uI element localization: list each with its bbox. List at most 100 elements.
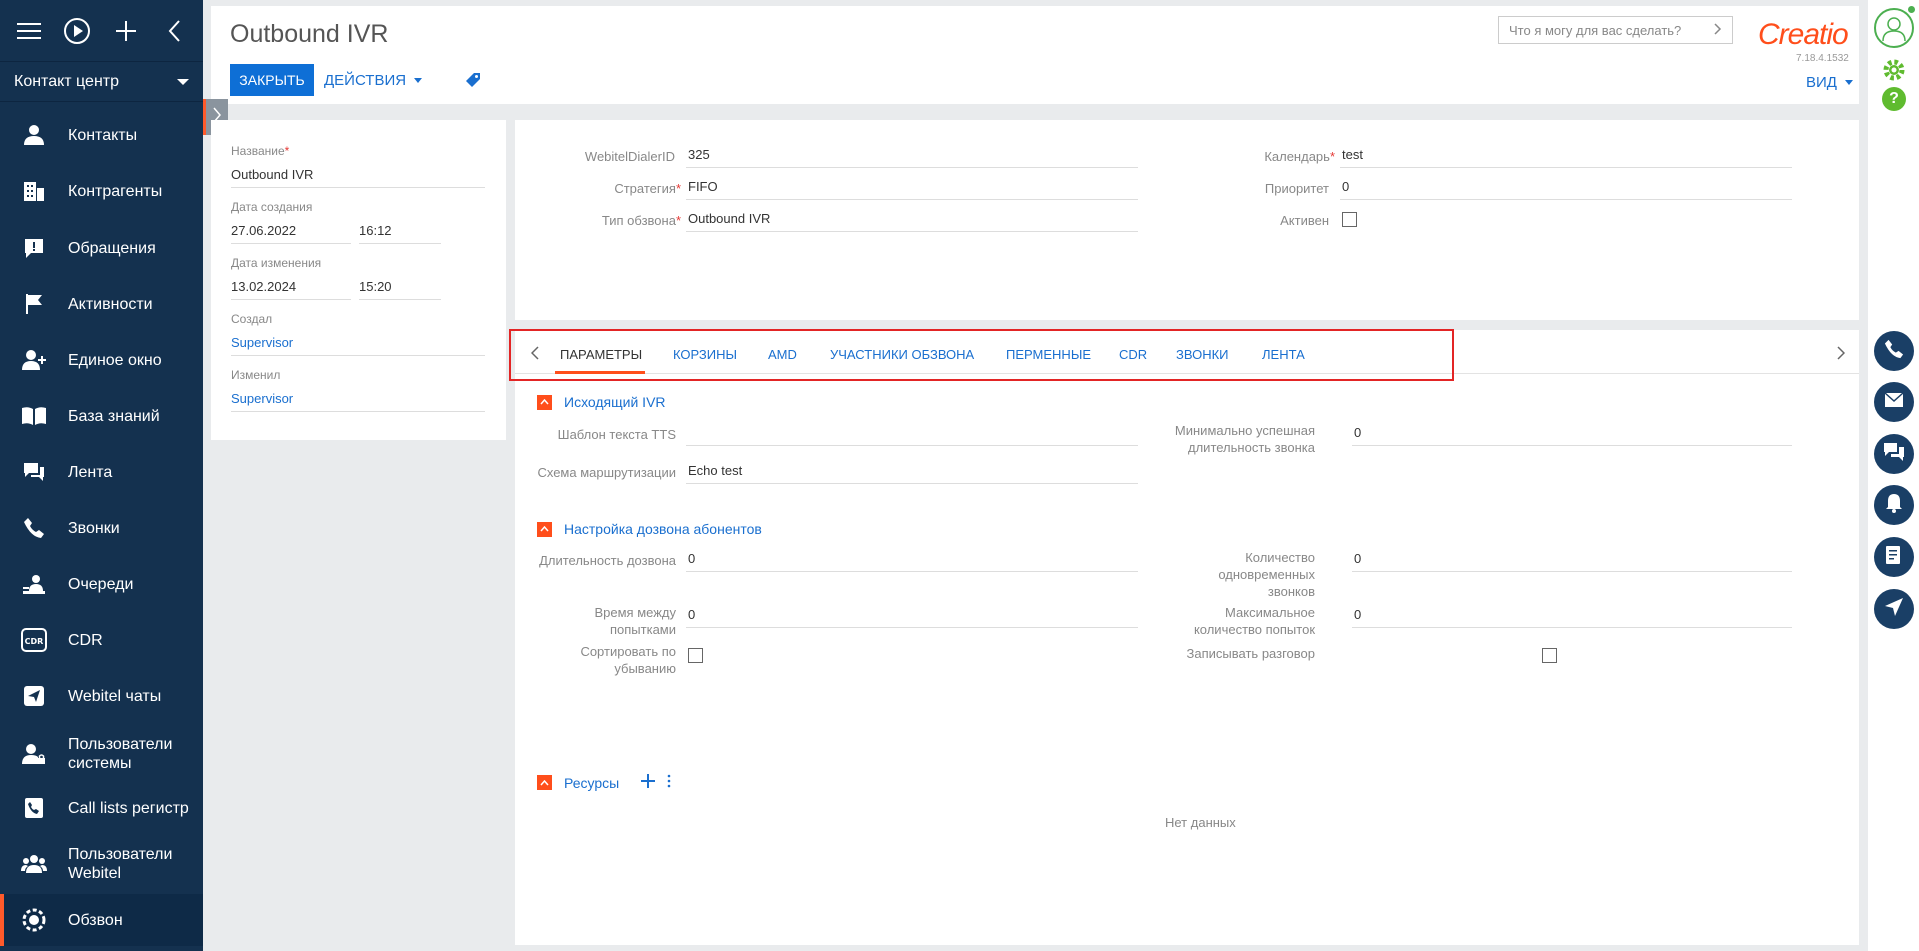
sidebar-item-cdr[interactable]: CDR CDR bbox=[0, 623, 203, 657]
sidebar-item-accounts[interactable]: Контрагенты bbox=[0, 174, 203, 208]
user-avatar[interactable] bbox=[1874, 8, 1914, 48]
person-plus-icon bbox=[20, 346, 48, 374]
chevron-down-icon bbox=[177, 78, 189, 85]
collapse-icon bbox=[537, 775, 552, 790]
users-group-icon bbox=[20, 850, 48, 878]
sidebar-item-single-window[interactable]: Единое окно bbox=[0, 343, 203, 377]
max-attempts-label: Максимальное количество попыток bbox=[1193, 605, 1315, 637]
dial-group-header[interactable]: Настройка дозвона абонентов bbox=[537, 521, 762, 537]
page-title: Outbound IVR bbox=[230, 20, 389, 48]
dialer-id-field[interactable]: 325 bbox=[686, 144, 1138, 168]
phone-icon bbox=[20, 514, 48, 542]
tab-calls[interactable]: ЗВОНКИ bbox=[1176, 347, 1229, 362]
tab-scroll-left-icon[interactable] bbox=[530, 344, 539, 365]
gear-icon[interactable] bbox=[1882, 58, 1906, 87]
name-label: Название* bbox=[231, 144, 290, 158]
resources-group-header[interactable]: Ресурсы bbox=[537, 774, 671, 791]
retry-interval-field[interactable]: 0 bbox=[686, 604, 1138, 628]
tab-scroll-right-icon[interactable] bbox=[1837, 344, 1846, 365]
person-icon bbox=[20, 121, 48, 149]
modified-time-field: 15:20 bbox=[359, 276, 441, 300]
max-attempts-field[interactable]: 0 bbox=[1352, 604, 1792, 628]
sidebar-item-calls[interactable]: Звонки bbox=[0, 511, 203, 545]
tab-feed[interactable]: ЛЕНТА bbox=[1262, 347, 1305, 362]
priority-field[interactable]: 0 bbox=[1340, 176, 1792, 200]
hamburger-menu-icon[interactable] bbox=[14, 16, 44, 46]
add-icon[interactable] bbox=[641, 774, 656, 791]
chevron-left-icon[interactable] bbox=[159, 16, 189, 46]
created-date-field: 27.06.2022 bbox=[231, 220, 351, 244]
actions-button[interactable]: ДЕЙСТВИЯ bbox=[324, 64, 423, 96]
chat-button[interactable] bbox=[1874, 434, 1914, 474]
tab-cdr[interactable]: CDR bbox=[1119, 347, 1147, 362]
calendar-field[interactable]: test bbox=[1340, 144, 1792, 168]
modifier-label: Изменил bbox=[231, 368, 281, 382]
ivr-group-title: Исходящий IVR bbox=[564, 394, 666, 410]
more-vertical-icon[interactable] bbox=[667, 774, 671, 791]
concurrent-calls-field[interactable]: 0 bbox=[1352, 548, 1792, 572]
tts-field[interactable] bbox=[686, 422, 1138, 446]
sidebar-item-dialer[interactable]: Обзвон bbox=[0, 894, 203, 946]
tab-variables[interactable]: ПЕРМЕННЫЕ bbox=[1006, 347, 1091, 362]
phone-button[interactable] bbox=[1874, 331, 1914, 371]
dial-duration-field[interactable]: 0 bbox=[686, 548, 1138, 572]
sidebar-item-webitel-users[interactable]: Пользователи Webitel bbox=[0, 843, 203, 885]
record-call-checkbox[interactable] bbox=[1542, 648, 1557, 663]
version-label: 7.18.4.1532 bbox=[1796, 53, 1849, 64]
view-button[interactable]: ВИД bbox=[1806, 74, 1853, 91]
ivr-group-header[interactable]: Исходящий IVR bbox=[537, 394, 666, 410]
active-checkbox[interactable] bbox=[1342, 212, 1357, 227]
page-header: Outbound IVR ЗАКРЫТЬ ДЕЙСТВИЯ Что я могу… bbox=[211, 6, 1859, 104]
modifier-link[interactable]: Supervisor bbox=[231, 388, 485, 412]
plus-icon[interactable] bbox=[111, 16, 141, 46]
record-call-label: Записывать разговор bbox=[1186, 646, 1315, 661]
close-button[interactable]: ЗАКРЫТЬ bbox=[230, 64, 314, 96]
routing-field[interactable]: Echo test bbox=[686, 460, 1138, 484]
dial-type-field[interactable]: Outbound IVR bbox=[686, 208, 1138, 232]
chevron-down-icon bbox=[414, 77, 423, 83]
tasks-button[interactable] bbox=[1874, 537, 1914, 577]
sidebar-toolbar bbox=[0, 0, 203, 62]
sidebar-item-cases[interactable]: Обращения bbox=[0, 231, 203, 265]
sidebar-item-contacts[interactable]: Контакты bbox=[0, 118, 203, 152]
modified-date-label: Дата изменения bbox=[231, 256, 322, 270]
sidebar-item-knowledge-base[interactable]: База знаний bbox=[0, 399, 203, 433]
tab-participants[interactable]: УЧАСТНИКИ ОБЗВОНА bbox=[830, 347, 974, 362]
notifications-button[interactable] bbox=[1874, 485, 1914, 525]
dial-type-label: Тип обзвона* bbox=[601, 213, 681, 228]
queue-person-icon bbox=[20, 570, 48, 598]
tabs-card: ПАРАМЕТРЫ КОРЗИНЫ AMD УЧАСТНИКИ ОБЗВОНА … bbox=[509, 329, 1859, 945]
sidebar-item-feed[interactable]: Лента bbox=[0, 455, 203, 489]
dialer-main-fields: WebitelDialerID 325 Стратегия* FIFO Тип … bbox=[515, 120, 1859, 320]
tab-baskets[interactable]: КОРЗИНЫ bbox=[673, 347, 737, 362]
tab-parameters[interactable]: ПАРАМЕТРЫ bbox=[560, 347, 642, 362]
collapse-icon bbox=[537, 394, 552, 410]
help-icon[interactable]: ? bbox=[1882, 87, 1906, 111]
communication-panel: ? bbox=[1868, 0, 1919, 951]
send-message-button[interactable] bbox=[1874, 589, 1914, 629]
strategy-field[interactable]: FIFO bbox=[686, 176, 1138, 200]
flag-icon bbox=[20, 290, 48, 318]
command-search-input[interactable]: Что я могу для вас сделать? bbox=[1498, 16, 1733, 44]
creatio-logo: Creatio bbox=[1758, 18, 1849, 51]
online-status-badge bbox=[1908, 6, 1915, 13]
tag-icon[interactable] bbox=[465, 72, 481, 93]
sidebar-item-queues[interactable]: Очереди bbox=[0, 567, 203, 601]
sidebar-item-webitel-chats[interactable]: Webitel чаты bbox=[0, 679, 203, 713]
workspace-select[interactable]: Контакт центр bbox=[0, 62, 203, 102]
empty-state: Нет данных bbox=[1165, 815, 1236, 830]
sidebar-item-activities[interactable]: Активности bbox=[0, 287, 203, 321]
sidebar-item-call-lists[interactable]: Call lists регистр bbox=[0, 791, 203, 825]
name-field[interactable]: Outbound IVR bbox=[231, 164, 485, 188]
tab-amd[interactable]: AMD bbox=[768, 347, 797, 362]
send-icon bbox=[1884, 597, 1904, 622]
sort-desc-checkbox[interactable] bbox=[688, 648, 703, 663]
min-duration-label: Минимально успешная длительность звонка bbox=[1174, 423, 1315, 455]
sidebar-item-system-users[interactable]: Пользователи системы bbox=[0, 733, 203, 775]
min-duration-field[interactable]: 0 bbox=[1352, 422, 1792, 446]
call-list-icon bbox=[20, 794, 48, 822]
play-icon[interactable] bbox=[62, 16, 92, 46]
main-area: Outbound IVR ЗАКРЫТЬ ДЕЙСТВИЯ Что я могу… bbox=[203, 0, 1868, 951]
email-button[interactable] bbox=[1874, 382, 1914, 422]
creator-link[interactable]: Supervisor bbox=[231, 332, 485, 356]
